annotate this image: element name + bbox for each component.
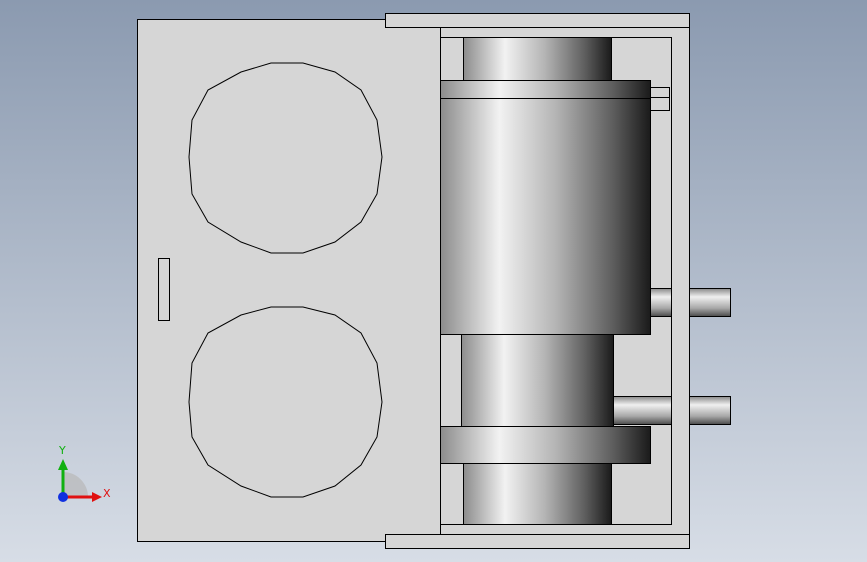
x-axis-label: X	[103, 487, 111, 500]
cad-viewport[interactable]: X Y	[0, 0, 867, 562]
upper-collar[interactable]	[440, 80, 651, 99]
z-axis-dot	[58, 492, 68, 502]
top-shaft[interactable]	[463, 37, 612, 81]
bottom-shaft[interactable]	[463, 463, 612, 525]
main-cylinder[interactable]	[440, 98, 651, 335]
lower-collar[interactable]	[440, 426, 651, 464]
y-axis-label: Y	[58, 444, 66, 457]
bottom-flange[interactable]	[385, 534, 690, 549]
left-plate[interactable]	[137, 19, 441, 542]
cad-drawing: X Y	[0, 0, 867, 562]
upper-pin-inner[interactable]	[650, 288, 672, 317]
lower-pin-outer[interactable]	[689, 396, 731, 425]
sensor-tab[interactable]	[650, 87, 670, 111]
top-flange[interactable]	[385, 13, 690, 28]
lower-pin-inner[interactable]	[613, 396, 672, 425]
lower-shaft[interactable]	[461, 334, 614, 427]
upper-pin-outer[interactable]	[689, 288, 731, 317]
slot-cutout	[158, 258, 170, 321]
